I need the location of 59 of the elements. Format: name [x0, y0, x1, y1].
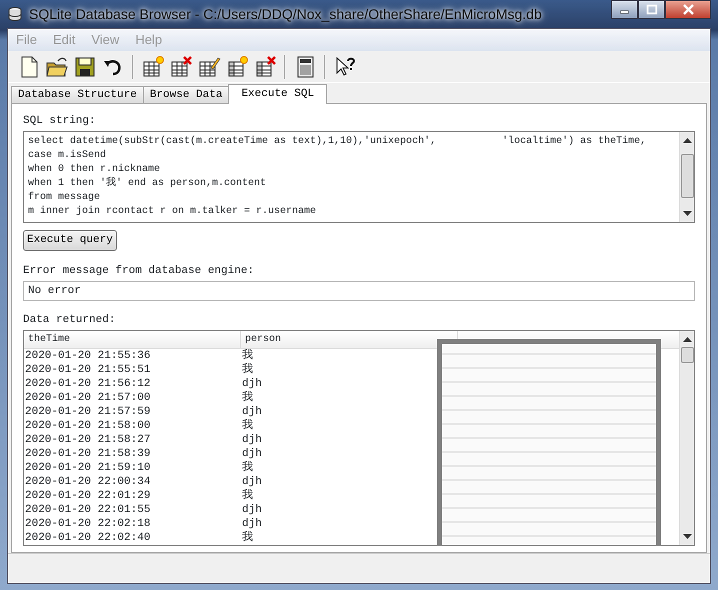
- sql-line: from message: [28, 191, 102, 205]
- sql-label: SQL string:: [23, 114, 97, 128]
- table-cell-text: 2020-01-20 21:58:00: [24, 419, 152, 433]
- table-cell-text: djh: [241, 447, 263, 461]
- sql-line: when 1 then '我' end as person,m.content: [28, 177, 268, 191]
- error-label: Error message from database engine:: [23, 264, 256, 278]
- maximize-icon: [646, 4, 658, 14]
- table-cell-text: 2020-01-20 21:58:39: [24, 447, 152, 461]
- table-cell-text: 我: [241, 363, 254, 377]
- table-cell-text: 2020-01-20 22:02:40: [24, 531, 152, 545]
- table-cell-text: 2020-01-20 21:58:27: [24, 433, 152, 447]
- table-cell-text: djh: [241, 433, 263, 447]
- table-cell-text: 2020-01-20 21:59:10: [24, 461, 152, 475]
- table-cell-text: 我: [241, 391, 254, 405]
- table-cell-text: 2020-01-20 21:57:00: [24, 391, 152, 405]
- sql-line: case m.isSend: [28, 149, 108, 163]
- table-cell-text: 我: [241, 489, 254, 503]
- column-header[interactable]: theTime: [24, 331, 241, 348]
- app-icon: [7, 6, 23, 22]
- tab[interactable]: Execute SQL: [228, 84, 328, 104]
- execute-query-button[interactable]: Execute query: [23, 230, 117, 251]
- sql-line: when 0 then r.nickname: [28, 163, 162, 176]
- window-title: SQLite Database Browser - C:/Users/DDQ/Nox_share/OtherShare/EnMicroMsg.db: [29, 4, 542, 24]
- scroll-up-icon[interactable]: [682, 336, 692, 342]
- table-cell-text: djh: [241, 517, 263, 531]
- table-cell-text: 2020-01-20 21:55:51: [24, 363, 152, 377]
- scrollbar[interactable]: [679, 331, 694, 545]
- table-cell-text: 2020-01-20 22:00:34: [24, 475, 152, 489]
- table-cell-text: 我: [241, 349, 254, 363]
- minimize-button[interactable]: [611, 0, 638, 19]
- maximize-button[interactable]: [638, 0, 665, 19]
- table-cell-text: 我: [241, 461, 254, 475]
- minimize-icon: [620, 10, 629, 14]
- sql-line: m inner join rcontact r on m.talker = r.username: [28, 205, 318, 219]
- close-button[interactable]: [665, 0, 711, 19]
- table-cell-text: 2020-01-20 22:01:55: [24, 503, 152, 517]
- table-cell-text: 2020-01-20 22:02:18: [24, 517, 152, 531]
- table-cell-text: 2020-01-20 22:01:29: [24, 489, 152, 503]
- table-cell-text: djh: [241, 503, 263, 517]
- close-icon: [682, 4, 694, 16]
- table-cell-text: 2020-01-20 21:57:59: [24, 405, 152, 419]
- scroll-thumb[interactable]: [680, 347, 694, 363]
- scrollbar[interactable]: [679, 132, 694, 222]
- scroll-down-icon[interactable]: [682, 534, 692, 540]
- error-message-field: No error: [23, 281, 695, 301]
- data-label: Data returned:: [23, 313, 116, 327]
- tab[interactable]: Browse Data: [142, 86, 230, 103]
- table-cell-text: djh: [241, 405, 263, 419]
- table-cell-text: 我: [241, 419, 254, 433]
- scroll-thumb[interactable]: [680, 154, 694, 198]
- scroll-down-icon[interactable]: [682, 211, 692, 217]
- sql-line: select datetime(subStr(cast(m.createTime as text),1,10),'unixepoch', 'localtime') as theTime,: [28, 135, 648, 149]
- scroll-up-icon[interactable]: [682, 137, 692, 143]
- table-cell-text: 2020-01-20 21:55:36: [24, 349, 152, 363]
- table-cell-text: djh: [241, 377, 263, 391]
- table-cell-text: djh: [241, 475, 263, 489]
- table-cell-text: 2020-01-20 21:56:12: [24, 377, 152, 391]
- tab[interactable]: Database Structure: [11, 86, 144, 103]
- table-cell-text: 我: [241, 531, 254, 545]
